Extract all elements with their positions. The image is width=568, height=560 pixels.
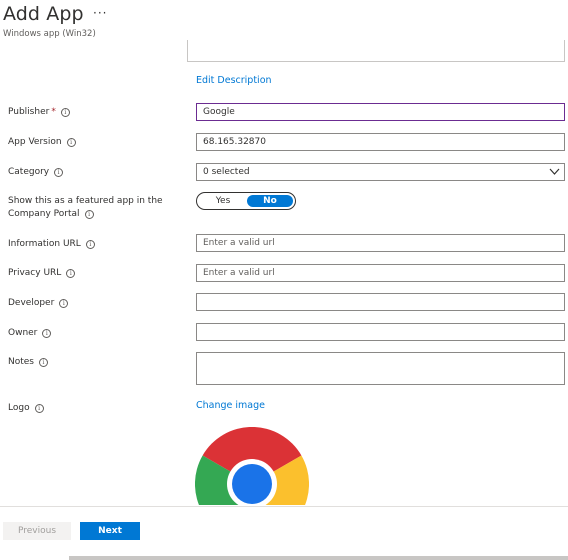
horizontal-scrollbar[interactable] [69,556,568,560]
owner-label-text: Owner [8,328,38,338]
featured-label: Show this as a featured app in the Compa… [8,195,163,221]
info-icon[interactable]: i [54,168,64,177]
next-button[interactable]: Next [80,522,140,540]
category-dropdown[interactable]: 0 selected [196,163,565,181]
owner-input[interactable] [196,323,565,341]
logo-label-text: Logo [8,403,30,413]
featured-label-line2-wrap: Company Portal i [8,208,163,221]
info-icon[interactable]: i [84,210,94,219]
required-mark: * [51,107,56,117]
featured-label-line1: Show this as a featured app in the [8,196,163,206]
information-url-input[interactable]: Enter a valid url [196,234,565,252]
information-url-label: Information URL i [8,238,95,251]
publisher-input[interactable]: Google [196,103,565,121]
owner-label: Owner i [8,327,52,340]
wizard-footer: Previous Next [0,506,568,560]
info-icon[interactable]: i [60,108,70,117]
info-icon[interactable]: i [59,299,69,308]
more-options-icon[interactable]: ··· [93,6,107,20]
publisher-label-text: Publisher [8,107,50,117]
developer-input[interactable] [196,293,565,311]
edit-description-link[interactable]: Edit Description [196,75,272,86]
info-icon[interactable]: i [66,138,76,147]
notes-textarea[interactable] [196,352,565,385]
previous-button[interactable]: Previous [3,522,71,540]
category-selected-value: 0 selected [203,167,250,177]
notes-label-text: Notes [8,357,34,367]
toggle-option-yes[interactable]: Yes [201,195,245,207]
developer-label: Developer i [8,297,69,310]
info-icon[interactable]: i [34,404,44,413]
privacy-url-label: Privacy URL i [8,267,76,280]
logo-label: Logo i [8,402,44,415]
info-icon[interactable]: i [39,358,48,367]
privacy-url-label-text: Privacy URL [8,268,62,278]
chrome-logo-icon [195,427,309,505]
featured-label-line2: Company Portal [8,209,80,219]
app-version-label: App Version i [8,136,76,149]
featured-toggle[interactable]: Yes No [196,192,296,210]
info-icon[interactable]: i [85,240,95,249]
description-field[interactable] [187,40,565,62]
page-subtitle: Windows app (Win32) [3,29,96,39]
developer-label-text: Developer [8,298,55,308]
page-header: Add App ··· Windows app (Win32) [0,0,568,44]
publisher-label: Publisher * i [8,106,70,119]
app-version-label-text: App Version [8,137,62,147]
notes-label: Notes i [8,356,48,369]
toggle-option-no[interactable]: No [247,195,293,207]
chevron-down-icon [549,168,560,175]
information-url-label-text: Information URL [8,239,81,249]
info-icon[interactable]: i [42,329,52,338]
info-icon[interactable]: i [66,269,76,278]
page-title: Add App [3,3,84,25]
app-version-input[interactable]: 68.165.32870 [196,133,565,151]
change-image-link[interactable]: Change image [196,400,265,411]
category-label-text: Category [8,167,50,177]
privacy-url-input[interactable]: Enter a valid url [196,264,565,282]
category-label: Category i [8,166,64,179]
